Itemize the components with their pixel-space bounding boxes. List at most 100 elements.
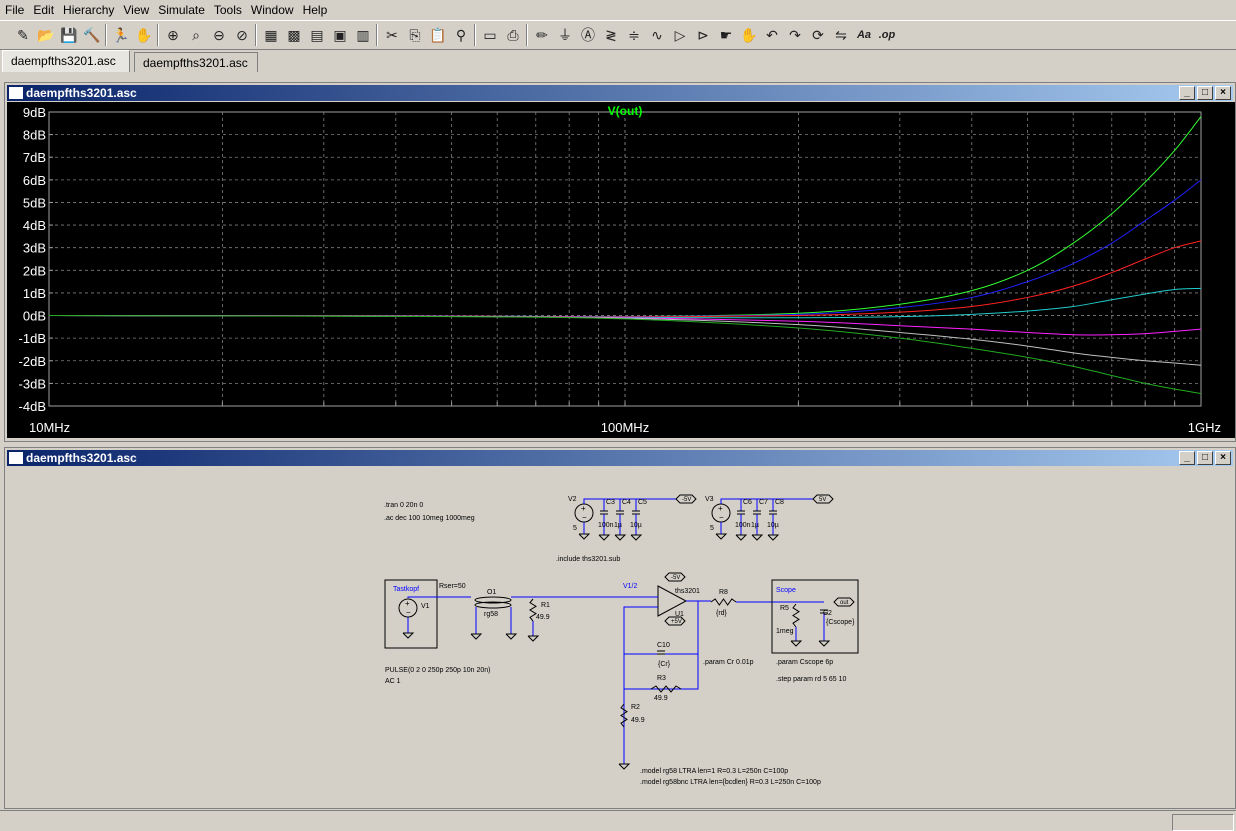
tile-vertical-icon[interactable]: ▥ <box>352 24 374 46</box>
autorange-icon[interactable]: ▦ <box>260 24 282 46</box>
tab-schematic[interactable]: daempfths3201.asc <box>134 52 258 72</box>
drag-icon[interactable]: ✋ <box>738 24 760 46</box>
cancel-zoom-icon[interactable]: ⊘ <box>231 24 253 46</box>
ground-symbol <box>618 763 631 770</box>
cut-icon[interactable]: ✂ <box>381 24 403 46</box>
cap-value-C7: 1µ <box>751 522 759 529</box>
chart-title: V(out) <box>608 104 643 118</box>
net-label-out-text: out <box>840 600 849 606</box>
y-tick-label: 0dB <box>23 309 46 324</box>
r8-name: R8 <box>719 589 728 596</box>
ground-symbol <box>402 632 415 639</box>
menu-edit[interactable]: Edit <box>28 0 58 17</box>
inductor-icon[interactable]: ∿ <box>646 24 668 46</box>
c10-name: C10 <box>657 642 670 649</box>
y-tick-label: 9dB <box>23 105 46 120</box>
ground-icon[interactable]: ⏚ <box>554 24 576 46</box>
menu-window[interactable]: Window <box>246 0 298 17</box>
zoom-full-icon[interactable]: ⌕ <box>185 24 207 46</box>
rotate-icon[interactable]: ⟳ <box>807 24 829 46</box>
close-button[interactable]: × <box>1215 451 1231 465</box>
menu-simulate[interactable]: Simulate <box>153 0 209 17</box>
r3-name: R3 <box>657 675 666 682</box>
cap-name-C5: C5 <box>638 499 647 506</box>
component-icon[interactable]: ⊳ <box>692 24 714 46</box>
menu-help[interactable]: Help <box>298 0 332 17</box>
cap-value-C3: 100n <box>598 522 614 529</box>
menu-hierarchy[interactable]: Hierarchy <box>58 0 118 17</box>
print-icon[interactable]: ⎙ <box>502 24 524 46</box>
ground-symbol <box>598 534 611 541</box>
paste-icon[interactable]: 📋 <box>427 24 449 46</box>
plot-window: daempfths3201.asc _ □ × 9dB 8dB 7dB 6dB 5dB 4… <box>4 82 1236 442</box>
wire <box>407 596 471 598</box>
maximize-button[interactable]: □ <box>1197 86 1213 100</box>
tab-plot[interactable]: daempfths3201.asc <box>2 50 130 72</box>
menu-file[interactable]: File <box>0 0 28 17</box>
tile-horizontal-icon[interactable]: ▤ <box>306 24 328 46</box>
plot-window-title: daempfths3201.asc <box>26 86 137 100</box>
save-icon[interactable]: 💾 <box>58 24 80 46</box>
net-label--5V-text: -5V <box>682 497 691 503</box>
o1-model: rg58 <box>484 611 498 618</box>
text-icon[interactable]: Aa <box>853 24 875 46</box>
capacitor-icon[interactable]: ≑ <box>623 24 645 46</box>
halt-icon[interactable]: ✋ <box>133 24 155 46</box>
grid-icon[interactable]: ▩ <box>283 24 305 46</box>
minimize-button[interactable]: _ <box>1179 451 1195 465</box>
undo-icon[interactable]: ↶ <box>761 24 783 46</box>
supply-V2: V2 <box>568 496 577 503</box>
tastkopf-v1: V1 <box>421 603 430 610</box>
redo-icon[interactable]: ↷ <box>784 24 806 46</box>
open-icon[interactable]: 📂 <box>35 24 57 46</box>
draw-wire-icon[interactable]: ✏ <box>531 24 553 46</box>
r2-value: 49.9 <box>631 717 645 724</box>
minimize-button[interactable]: _ <box>1179 86 1195 100</box>
x-tick-label: 1GHz <box>1188 420 1221 435</box>
copy-icon[interactable]: ⎘ <box>404 24 426 46</box>
y-tick-label: 5dB <box>23 195 46 210</box>
control-panel-icon[interactable]: 🔨 <box>81 24 103 46</box>
waveform-chart[interactable]: 9dB 8dB 7dB 6dB 5dB 4dB 3dB 2dB 1dB 0dB -1dB -2dB -3… <box>7 102 1235 438</box>
r1-value: 49.9 <box>536 614 550 621</box>
menu-tools[interactable]: Tools <box>209 0 246 17</box>
spice-directive-param-cscope: .param Cscope 6p <box>776 659 833 666</box>
diode-icon[interactable]: ▷ <box>669 24 691 46</box>
wire <box>623 606 658 764</box>
menu-bar: File Edit Hierarchy View Simulate Tools Window… <box>0 0 1236 20</box>
new-schematic-icon[interactable]: ✎ <box>12 24 34 46</box>
move-icon[interactable]: ☛ <box>715 24 737 46</box>
r5-value: 1meg <box>776 628 794 635</box>
spice-directive-icon[interactable]: .op <box>876 24 898 46</box>
maximize-button[interactable]: □ <box>1197 451 1213 465</box>
cascade-icon[interactable]: ▣ <box>329 24 351 46</box>
zoom-in-icon[interactable]: ⊕ <box>162 24 184 46</box>
resistor-r8 <box>710 598 737 606</box>
print-setup-icon[interactable]: ▭ <box>479 24 501 46</box>
plot-window-titlebar[interactable]: daempfths3201.asc _ □ × <box>7 85 1233 101</box>
schematic-window-titlebar[interactable]: daempfths3201.asc _ □ × <box>7 450 1233 466</box>
toolbar-separator <box>255 24 257 46</box>
waveform-plot[interactable]: 9dB 8dB 7dB 6dB 5dB 4dB 3dB 2dB 1dB 0dB -1dB -2dB -3… <box>7 102 1235 438</box>
schematic-drawing[interactable]: .tran 0 20n 0 .ac dec 100 10meg 1000meg .i… <box>7 467 1233 804</box>
ground-symbol <box>751 534 764 541</box>
label-net-icon[interactable]: Ⓐ <box>577 24 599 46</box>
resistor-icon[interactable]: ≷ <box>600 24 622 46</box>
zoom-out-icon[interactable]: ⊖ <box>208 24 230 46</box>
find-icon[interactable]: ⚲ <box>450 24 472 46</box>
mirror-icon[interactable]: ⇋ <box>830 24 852 46</box>
y-tick-label: 4dB <box>23 218 46 233</box>
close-button[interactable]: × <box>1215 86 1231 100</box>
y-tick-label: 7dB <box>23 150 46 165</box>
waveform-icon <box>9 87 23 99</box>
run-icon[interactable]: 🏃 <box>110 24 132 46</box>
series-line-1 <box>48 179 1202 318</box>
opamp-model: ths3201 <box>675 588 700 595</box>
supply-source-V2-plus: + <box>581 504 586 513</box>
c2-value: {Cscope} <box>826 619 855 626</box>
spice-directive-param-cr: .param Cr 0.01p <box>703 659 754 666</box>
toolbar-separator <box>157 24 159 46</box>
schematic-canvas[interactable]: .tran 0 20n 0 .ac dec 100 10meg 1000meg .i… <box>7 467 1233 804</box>
menu-view[interactable]: View <box>118 0 153 17</box>
schematic-icon <box>9 452 23 464</box>
